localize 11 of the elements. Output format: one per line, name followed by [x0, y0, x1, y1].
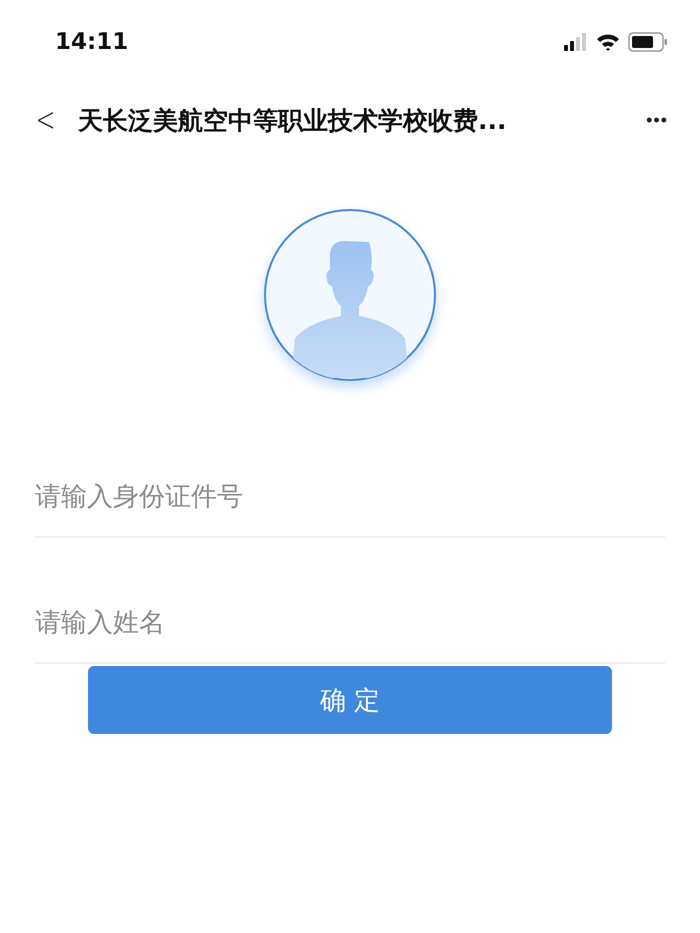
- signal-icon: [564, 33, 588, 51]
- battery-icon: [628, 32, 668, 52]
- confirm-button[interactable]: 确 定: [88, 666, 612, 734]
- status-time: 14:11: [55, 29, 128, 55]
- page-title: 天长泛美航空中等职业技术学校收费...: [78, 104, 508, 136]
- back-button[interactable]: <: [36, 100, 52, 140]
- input-field[interactable]: 请输入身份证件号: [35, 482, 665, 512]
- input-field[interactable]: 请输入姓名: [35, 608, 665, 638]
- avatar-icon: [263, 208, 437, 382]
- wifi-icon: [596, 33, 620, 51]
- more-button[interactable]: •••: [646, 110, 668, 130]
